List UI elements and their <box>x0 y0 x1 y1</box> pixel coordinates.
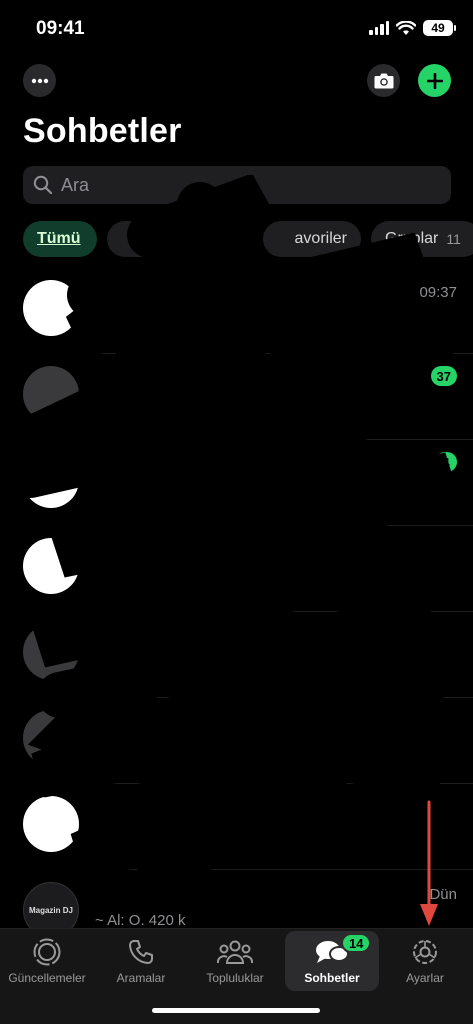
avatar <box>23 280 79 336</box>
avatar <box>23 796 79 852</box>
camera-icon <box>374 73 393 89</box>
ellipsis-icon <box>31 78 48 83</box>
plus-icon <box>426 72 443 89</box>
tab-updates[interactable]: Güncellemeler <box>0 931 94 991</box>
page-title: Sohbetler <box>23 112 182 150</box>
chat-row[interactable]: 09:37 <box>0 268 473 354</box>
search-icon <box>33 175 53 195</box>
wifi-icon <box>396 20 416 35</box>
filter-chips: Tümü 14 avoriler Gruplar 11 <box>23 221 473 257</box>
unread-badge: 4 <box>435 538 457 558</box>
chat-row[interactable] <box>0 612 473 698</box>
filter-chip-favorites[interactable]: avoriler <box>263 221 361 257</box>
chat-preview: ~ Al: O. 420 k <box>95 912 186 929</box>
tab-label: Ayarlar <box>406 971 444 985</box>
filter-chip-count: 11 <box>446 231 461 247</box>
annotation-arrow <box>420 800 438 926</box>
search-bar[interactable] <box>23 166 451 204</box>
home-indicator <box>152 1008 320 1013</box>
filter-chip-label: Tümü <box>37 230 81 247</box>
avatar <box>23 452 79 508</box>
filter-chip-groups[interactable]: Gruplar 11 <box>371 221 473 257</box>
new-chat-button[interactable] <box>418 64 451 97</box>
tab-communities[interactable]: Topluluklar <box>188 931 282 991</box>
chat-row[interactable] <box>0 698 473 784</box>
updates-icon <box>33 938 61 966</box>
gear-icon <box>413 940 437 964</box>
tab-chats[interactable]: Sohbetler 14 <box>285 931 379 991</box>
chat-row[interactable]: 37 <box>0 354 473 440</box>
headphones-icon <box>393 399 409 414</box>
chat-row[interactable]: 4 <box>0 440 473 526</box>
phone-icon <box>129 940 153 964</box>
battery-indicator: 49 <box>423 20 456 36</box>
chat-time: 09:37 <box>419 284 457 301</box>
tab-label: Güncellemeler <box>8 971 86 985</box>
filter-chip-unread[interactable]: 14 <box>107 221 253 257</box>
unread-badge: 37 <box>430 366 457 386</box>
search-input[interactable] <box>61 174 421 196</box>
avatar <box>23 624 79 680</box>
avatar <box>23 538 79 594</box>
unread-badge: 4 <box>435 452 457 472</box>
filter-chip-label: avoriler <box>294 230 347 247</box>
chat-row[interactable]: 4 <box>0 526 473 612</box>
camera-button[interactable] <box>367 64 400 97</box>
status-bar: 09:41 49 <box>0 0 473 56</box>
avatar-logo-text: Magazin DJ <box>28 905 73 915</box>
unread-badge: 14 <box>341 933 372 953</box>
communities-icon <box>217 940 253 964</box>
tab-settings[interactable]: Ayarlar <box>378 931 472 991</box>
more-options-button[interactable] <box>23 64 56 97</box>
filter-chip-all[interactable]: Tümü <box>23 221 97 257</box>
avatar <box>23 710 79 766</box>
filter-chip-label: Gruplar <box>385 230 439 247</box>
chat-row[interactable] <box>0 784 473 870</box>
tab-label: Sohbetler <box>304 971 360 985</box>
status-time: 09:41 <box>36 18 85 39</box>
chat-list: 09:37 37 4 4 Magazin DJ ~ Al: O. 420 k D… <box>0 268 473 956</box>
avatar <box>23 366 79 422</box>
tab-label: Topluluklar <box>206 971 264 985</box>
tab-calls[interactable]: Aramalar <box>94 931 188 991</box>
status-icons: 49 <box>369 20 456 36</box>
cellular-signal-icon <box>369 21 389 35</box>
tab-label: Aramalar <box>116 971 166 985</box>
filter-chip-count: 14 <box>223 231 239 247</box>
